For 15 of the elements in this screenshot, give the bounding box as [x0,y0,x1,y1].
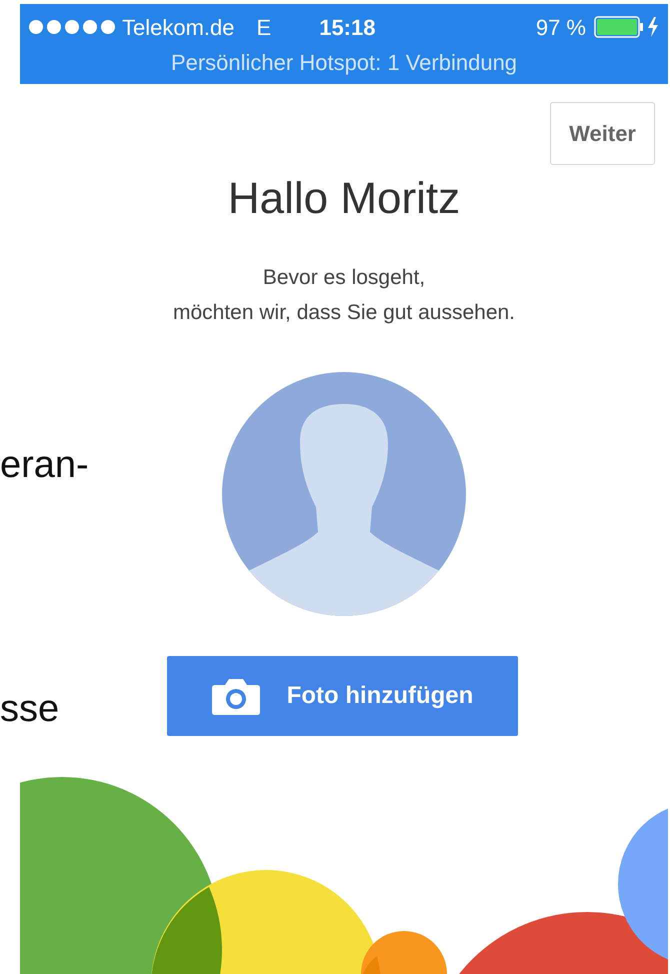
battery-charging-icon [594,15,660,39]
battery-percent: 97 % [536,14,586,42]
avatar-silhouette-icon [222,372,466,616]
signal-icon [28,19,118,35]
background-text-fragment: eran- [0,446,89,484]
greeting-title: Hallo Moritz [226,173,462,225]
network-type: E [256,14,272,42]
add-photo-button[interactable]: Foto hinzufügen [166,656,518,736]
background-text-fragment: sse [0,690,60,728]
next-button[interactable]: Weiter [550,102,655,165]
carrier-name: Telekom.de [122,14,235,42]
clock-time: 15:18 [319,14,376,42]
camera-icon [210,676,261,715]
intro-text: Bevor es losgeht, möchten wir, dass Sie gut aussehen. [172,264,516,326]
hotspot-status: Persönlicher Hotspot: 1 Verbindung [170,49,518,77]
